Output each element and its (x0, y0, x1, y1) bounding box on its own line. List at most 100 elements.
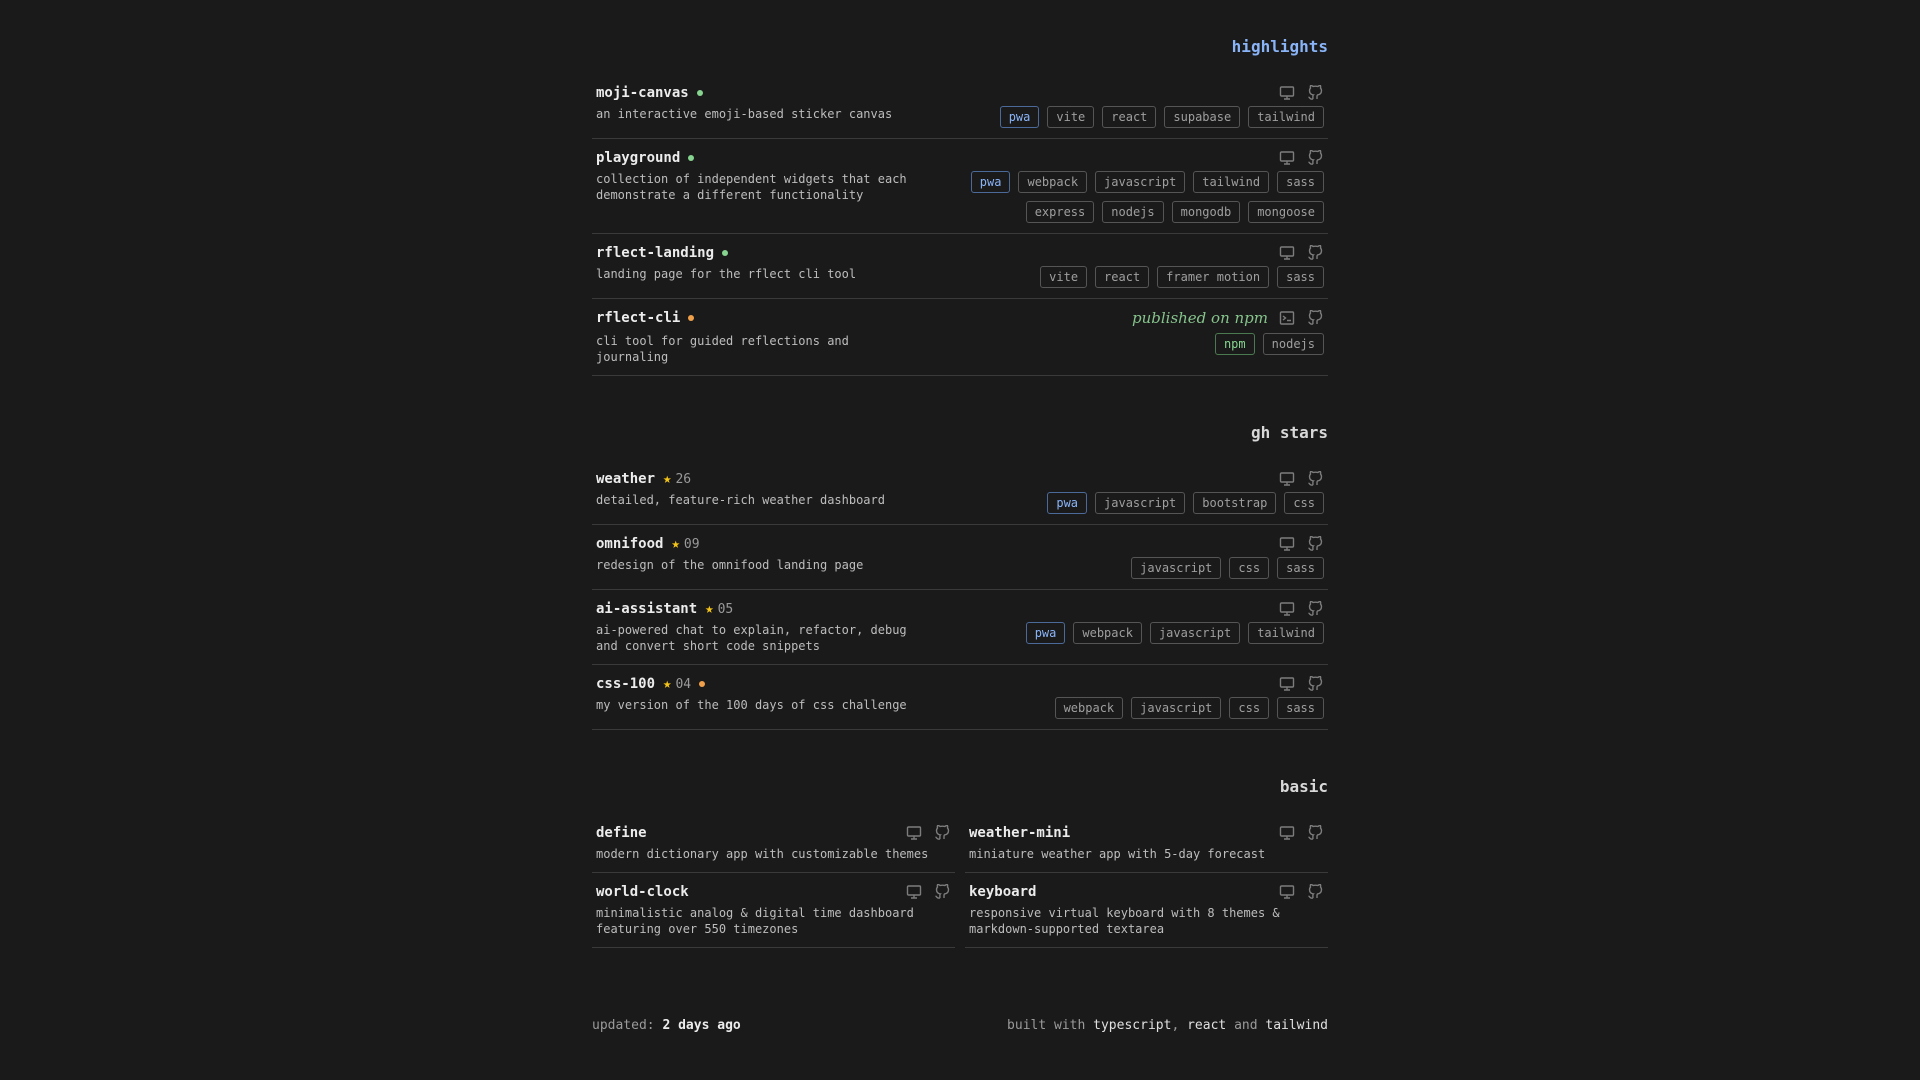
project-body: miniature weather app with 5-day forecas… (969, 846, 1324, 862)
monitor-icon[interactable] (1278, 470, 1296, 488)
tag-list: pwa webpack javascript tailwind (1025, 622, 1324, 644)
page: highlights moji-canvas an interactive emo… (592, 0, 1328, 1080)
project-keyboard: keyboard responsive virtual keyboard with… (965, 873, 1328, 948)
github-icon[interactable] (1306, 535, 1324, 553)
tag-bootstrap: bootstrap (1193, 492, 1277, 514)
star-count: 09 (683, 536, 700, 552)
updated-label: updated: (592, 1018, 655, 1033)
project-actions (1278, 149, 1324, 167)
project-name-wrap: weather-mini (969, 825, 1070, 841)
tag-react: react (1102, 106, 1157, 128)
monitor-icon[interactable] (1278, 244, 1296, 262)
project-body: collection of independent widgets that e… (596, 171, 1324, 223)
project-links (1278, 244, 1324, 262)
built-with-info: built with typescript, react and tailwin… (1007, 1018, 1328, 1033)
tag-css: css (1284, 492, 1324, 514)
monitor-icon[interactable] (905, 883, 923, 901)
tag-list: pwa webpack javascript tailwind sass express n… (944, 171, 1324, 223)
project-links (1278, 470, 1324, 488)
monitor-icon[interactable] (1278, 824, 1296, 842)
project-name[interactable]: rflect-cli (596, 310, 680, 326)
project-name[interactable]: omnifood (596, 536, 663, 552)
terminal-icon[interactable] (1278, 309, 1296, 327)
monitor-icon[interactable] (905, 824, 923, 842)
monitor-icon[interactable] (1278, 535, 1296, 553)
tag-sass: sass (1277, 697, 1324, 719)
monitor-icon[interactable] (1278, 149, 1296, 167)
project-body: modern dictionary app with customizable … (596, 846, 951, 862)
project-description: detailed, feature-rich weather dashboard (596, 493, 885, 507)
project-omnifood: omnifood ★ 09 redesign of the omnifood land… (592, 525, 1328, 590)
project-name-wrap: css-100 ★ 04 (596, 676, 706, 692)
project-name[interactable]: define (596, 825, 647, 841)
tag-list: pwa vite react supabase tailwind (999, 106, 1324, 128)
project-description: modern dictionary app with customizable … (596, 847, 929, 861)
github-icon[interactable] (1306, 883, 1324, 901)
project-name-wrap: rflect-cli (596, 310, 695, 326)
monitor-icon[interactable] (1278, 675, 1296, 693)
stars-wrap: ★ 05 (705, 601, 733, 617)
project-header: css-100 ★ 04 (596, 673, 1324, 695)
monitor-icon[interactable] (1278, 600, 1296, 618)
project-name[interactable]: weather-mini (969, 825, 1070, 841)
tag-javascript: javascript (1095, 171, 1186, 193)
monitor-icon[interactable] (1278, 883, 1296, 901)
stars-wrap: ★ 09 (671, 536, 699, 552)
project-actions (1278, 535, 1324, 553)
project-links (1278, 675, 1324, 693)
tag-list: javascript css sass (1131, 557, 1324, 579)
project-header: rflect-landing (596, 242, 1324, 264)
github-icon[interactable] (1306, 824, 1324, 842)
project-header: rflect-cli published on npm (596, 307, 1324, 329)
github-icon[interactable] (1306, 149, 1324, 167)
project-links (1278, 824, 1324, 842)
project-name-wrap: omnifood ★ 09 (596, 536, 700, 552)
project-links (1278, 535, 1324, 553)
github-icon[interactable] (933, 824, 951, 842)
tag-javascript: javascript (1095, 492, 1186, 514)
project-header: ai-assistant ★ 05 (596, 598, 1324, 620)
project-name[interactable]: ai-assistant (596, 601, 697, 617)
project-name-wrap: ai-assistant ★ 05 (596, 601, 733, 617)
github-icon[interactable] (933, 883, 951, 901)
project-body: redesign of the omnifood landing page jav… (596, 557, 1324, 579)
footer: updated: 2 days ago built with typescrip… (592, 1018, 1328, 1033)
project-body: an interactive emoji-based sticker canva… (596, 106, 1324, 128)
status-dot (722, 250, 729, 256)
project-links (1278, 84, 1324, 102)
github-icon[interactable] (1306, 675, 1324, 693)
project-name[interactable]: keyboard (969, 884, 1036, 900)
project-name-wrap: define (596, 825, 647, 841)
project-name[interactable]: playground (596, 150, 680, 166)
gh-stars-list: weather ★ 26 detailed, feature-rich weather… (592, 460, 1328, 730)
tech-typescript: typescript (1093, 1018, 1172, 1033)
published-note: published on npm (1131, 309, 1268, 327)
monitor-icon[interactable] (1278, 84, 1296, 102)
github-icon[interactable] (1306, 600, 1324, 618)
project-name-wrap: world-clock (596, 884, 689, 900)
project-name[interactable]: moji-canvas (596, 85, 689, 101)
star-icon: ★ (671, 536, 680, 552)
project-header: omnifood ★ 09 (596, 533, 1324, 555)
project-name[interactable]: world-clock (596, 884, 689, 900)
github-icon[interactable] (1306, 309, 1324, 327)
github-icon[interactable] (1306, 470, 1324, 488)
updated-info: updated: 2 days ago (592, 1018, 741, 1033)
basic-grid: define modern dictionary app with customi… (592, 814, 1328, 948)
project-description: minimalistic analog & digital time dashb… (596, 906, 914, 936)
github-icon[interactable] (1306, 84, 1324, 102)
tech-tailwind: tailwind (1265, 1018, 1328, 1033)
project-body: minimalistic analog & digital time dashb… (596, 905, 951, 937)
project-body: responsive virtual keyboard with 8 theme… (969, 905, 1324, 937)
tag-tailwind: tailwind (1193, 171, 1270, 193)
project-name[interactable]: weather (596, 471, 655, 487)
project-body: landing page for the rflect cli tool vite… (596, 266, 1324, 288)
updated-value: 2 days ago (662, 1018, 741, 1033)
project-description: my version of the 100 days of css challe… (596, 698, 907, 712)
github-icon[interactable] (1306, 244, 1324, 262)
project-actions (1278, 883, 1324, 901)
project-name[interactable]: rflect-landing (596, 245, 714, 261)
star-icon: ★ (663, 676, 672, 692)
tech-react: react (1187, 1018, 1227, 1033)
project-name[interactable]: css-100 (596, 676, 655, 692)
